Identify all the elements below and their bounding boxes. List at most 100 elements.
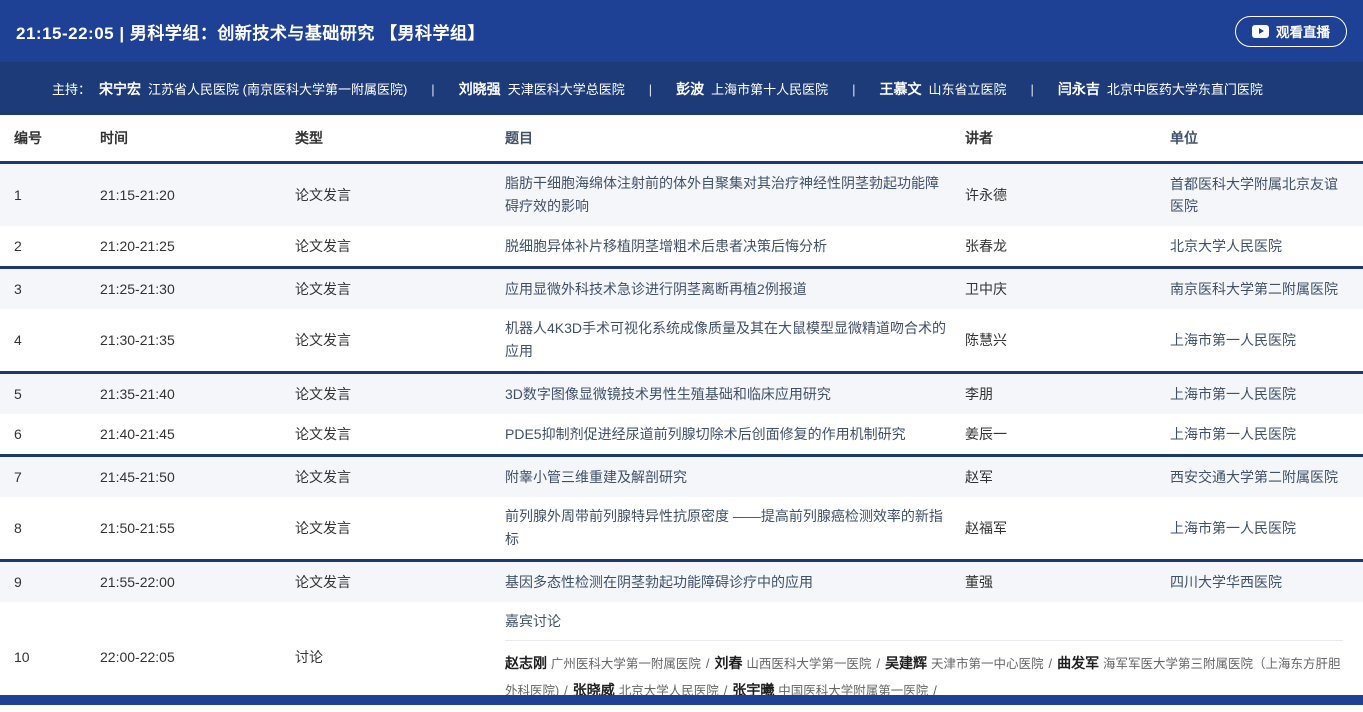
cell-title: 前列腺外周带前列腺特异性抗原密度 ——提高前列腺癌检测效率的新指标 — [505, 505, 965, 551]
table-row: 721:45-21:50论文发言附睾小管三维重建及解剖研究赵军西安交通大学第二附… — [0, 457, 1363, 497]
moderator-separator: | — [431, 82, 434, 97]
discussion-divider — [505, 640, 1343, 641]
guest-name: 赵志刚 — [505, 655, 547, 671]
cell-type: 论文发言 — [295, 467, 505, 487]
moderator-name: 闫永吉 — [1058, 81, 1100, 97]
column-header-time: 时间 — [100, 128, 295, 148]
moderators-bar: 主持： 宋宁宏江苏省人民医院 (南京医科大学第一附属医院) | 刘晓强天津医科大学总… — [0, 62, 1363, 115]
moderator-name: 刘晓强 — [459, 81, 501, 97]
cell-time: 21:20-21:25 — [100, 238, 295, 254]
cell-org: 北京大学人民医院 — [1170, 235, 1349, 257]
play-icon — [1252, 25, 1269, 38]
cell-org: 上海市第一人民医院 — [1170, 383, 1349, 405]
guest-org: 广州医科大学第一附属医院 — [551, 657, 701, 671]
cell-discussion: 嘉宾讨论赵志刚 广州医科大学第一附属医院 / 刘春 山西医科大学第一医院 / 吴建辉 天… — [505, 610, 1349, 704]
moderator-name: 王慕文 — [880, 81, 922, 97]
cell-time: 21:45-21:50 — [100, 469, 295, 485]
cell-time: 21:40-21:45 — [100, 426, 295, 442]
column-header-type: 类型 — [295, 128, 505, 148]
cell-type: 论文发言 — [295, 185, 505, 205]
guest-org: 天津市第一中心医院 — [931, 657, 1044, 671]
table-row: 821:50-21:55论文发言前列腺外周带前列腺特异性抗原密度 ——提高前列腺… — [0, 497, 1363, 559]
cell-speaker: 赵福军 — [965, 518, 1170, 538]
cell-number: 1 — [14, 187, 100, 203]
cell-time: 21:35-21:40 — [100, 386, 295, 402]
guest-separator: / — [1048, 656, 1052, 671]
guest-name: 吴建辉 — [885, 655, 927, 671]
cell-title: 机器人4K3D手术可视化系统成像质量及其在大鼠模型显微精道吻合术的应用 — [505, 317, 965, 363]
cell-type: 论文发言 — [295, 330, 505, 350]
cell-speaker: 赵军 — [965, 467, 1170, 487]
cell-org: 上海市第一人民医院 — [1170, 423, 1349, 445]
cell-speaker: 董强 — [965, 572, 1170, 592]
cell-type: 论文发言 — [295, 236, 505, 256]
cell-speaker: 姜辰一 — [965, 424, 1170, 444]
cell-org: 上海市第一人民医院 — [1170, 329, 1349, 351]
cell-time: 21:15-21:20 — [100, 187, 295, 203]
table-header-row: 编号时间类型题目讲者单位 — [0, 115, 1363, 161]
cell-number: 10 — [14, 649, 100, 665]
session-header: 21:15-22:05 | 男科学组：创新技术与基础研究 【男科学组】 观看直播 — [0, 0, 1363, 62]
cell-title: 3D数字图像显微镜技术男性生殖基础和临床应用研究 — [505, 383, 965, 406]
moderator-separator: | — [852, 82, 855, 97]
cell-number: 2 — [14, 238, 100, 254]
guest-name: 刘春 — [715, 655, 743, 671]
next-session-bar — [0, 695, 1363, 705]
table-row: 621:40-21:45论文发言PDE5抑制剂促进经尿道前列腺切除术后创面修复的… — [0, 414, 1363, 454]
column-header-title: 题目 — [505, 127, 965, 150]
session-page: 21:15-22:05 | 男科学组：创新技术与基础研究 【男科学组】 观看直播… — [0, 0, 1363, 705]
cell-time: 21:30-21:35 — [100, 332, 295, 348]
cell-number: 7 — [14, 469, 100, 485]
moderators-label: 主持： — [52, 79, 91, 98]
guest-separator: / — [706, 656, 710, 671]
cell-type: 论文发言 — [295, 572, 505, 592]
cell-speaker: 卫中庆 — [965, 279, 1170, 299]
cell-number: 9 — [14, 574, 100, 590]
cell-title: 脂肪干细胞海绵体注射前的体外自聚集对其治疗神经性阴茎勃起功能障碍疗效的影响 — [505, 172, 965, 218]
moderator-name: 宋宁宏 — [99, 81, 141, 97]
moderator-separator: | — [649, 82, 652, 97]
moderator-name: 彭波 — [676, 81, 704, 97]
column-header-speaker: 讲者 — [965, 128, 1170, 148]
cell-title: 基因多态性检测在阴茎勃起功能障碍诊疗中的应用 — [505, 571, 965, 594]
cell-number: 6 — [14, 426, 100, 442]
table-row: 421:30-21:35论文发言机器人4K3D手术可视化系统成像质量及其在大鼠模… — [0, 309, 1363, 371]
table-row: 321:25-21:30论文发言应用显微外科技术急诊进行阴茎离断再植2例报道卫中… — [0, 269, 1363, 309]
table-body: 121:15-21:20论文发言脂肪干细胞海绵体注射前的体外自聚集对其治疗神经性… — [0, 164, 1363, 712]
moderator-org: 上海市第十人民医院 — [711, 82, 828, 97]
cell-title: 脱细胞异体补片移植阴茎增粗术后患者决策后悔分析 — [505, 235, 965, 258]
moderator-org: 北京中医药大学东直门医院 — [1107, 82, 1263, 97]
table-row: 921:55-22:00论文发言基因多态性检测在阴茎勃起功能障碍诊疗中的应用董强… — [0, 562, 1363, 602]
discussion-label: 嘉宾讨论 — [505, 610, 1343, 632]
cell-speaker: 张春龙 — [965, 236, 1170, 256]
column-header-org: 单位 — [1170, 127, 1349, 149]
cell-number: 4 — [14, 332, 100, 348]
cell-speaker: 陈慧兴 — [965, 330, 1170, 350]
watch-live-label: 观看直播 — [1276, 21, 1330, 41]
cell-title: PDE5抑制剂促进经尿道前列腺切除术后创面修复的作用机制研究 — [505, 423, 965, 446]
moderator-org: 天津医科大学总医院 — [508, 82, 625, 97]
cell-org: 上海市第一人民医院 — [1170, 517, 1349, 539]
cell-type: 论文发言 — [295, 518, 505, 538]
moderator-org: 江苏省人民医院 (南京医科大学第一附属医院) — [148, 82, 407, 97]
cell-number: 3 — [14, 281, 100, 297]
cell-number: 8 — [14, 520, 100, 536]
cell-type: 论文发言 — [295, 279, 505, 299]
table-row: 121:15-21:20论文发言脂肪干细胞海绵体注射前的体外自聚集对其治疗神经性… — [0, 164, 1363, 226]
moderator-separator: | — [1031, 82, 1034, 97]
watch-live-button[interactable]: 观看直播 — [1235, 16, 1347, 47]
cell-type: 讨论 — [295, 647, 505, 667]
column-header-number: 编号 — [14, 128, 100, 148]
cell-type: 论文发言 — [295, 424, 505, 444]
schedule-table: 编号时间类型题目讲者单位 121:15-21:20论文发言脂肪干细胞海绵体注射前… — [0, 115, 1363, 712]
guest-org: 山西医科大学第一医院 — [746, 657, 871, 671]
cell-time: 21:50-21:55 — [100, 520, 295, 536]
cell-time: 21:55-22:00 — [100, 574, 295, 590]
session-title: 21:15-22:05 | 男科学组：创新技术与基础研究 【男科学组】 — [16, 19, 485, 44]
guest-separator: / — [876, 656, 880, 671]
guest-name: 曲发军 — [1057, 655, 1099, 671]
cell-org: 西安交通大学第二附属医院 — [1170, 466, 1349, 488]
cell-time: 22:00-22:05 — [100, 649, 295, 665]
table-row: 521:35-21:40论文发言3D数字图像显微镜技术男性生殖基础和临床应用研究… — [0, 374, 1363, 414]
cell-speaker: 李朋 — [965, 384, 1170, 404]
